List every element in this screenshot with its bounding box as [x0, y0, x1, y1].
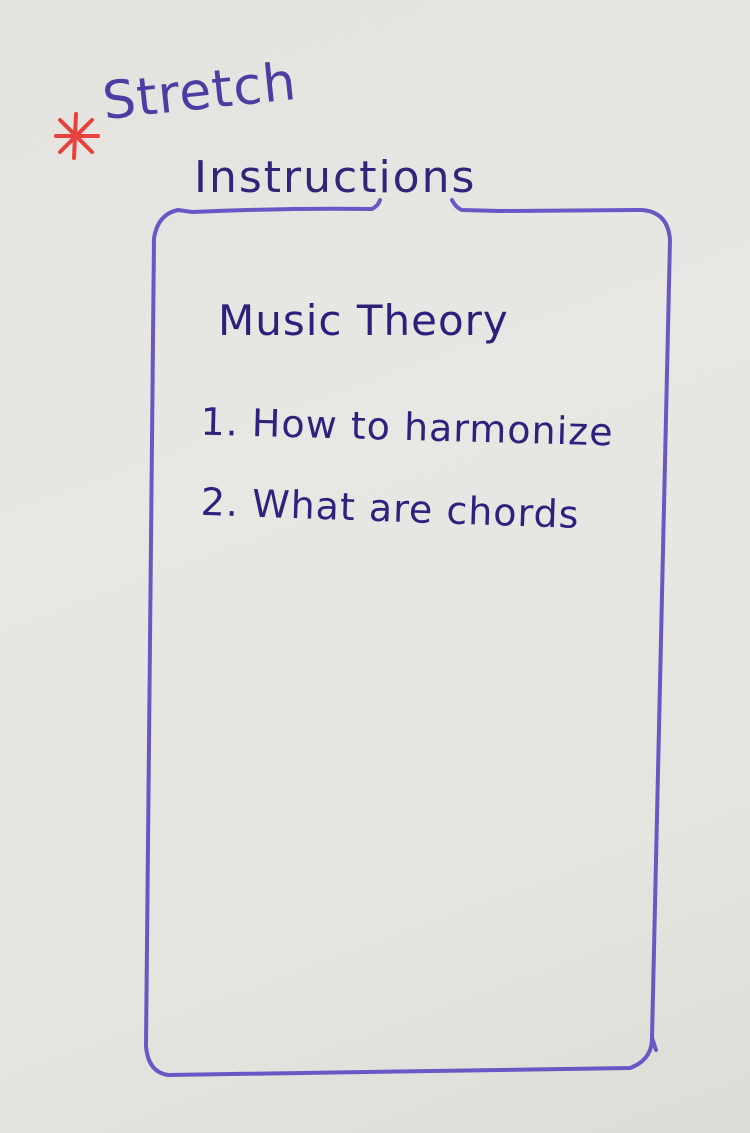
content-panel: Music Theory 1. How to harmonize 2. What… [150, 210, 670, 1075]
topic-list: 1. How to harmonize 2. What are chords [200, 400, 614, 569]
list-item[interactable]: 1. How to harmonize [199, 400, 614, 493]
stretch-note: Stretch [99, 51, 300, 133]
screen-heading: Instructions [190, 152, 520, 212]
heading-label: Instructions [194, 152, 477, 203]
list-item[interactable]: 2. What are chords [199, 480, 615, 576]
panel-title: Music Theory [218, 296, 509, 345]
asterisk-icon [54, 112, 100, 160]
